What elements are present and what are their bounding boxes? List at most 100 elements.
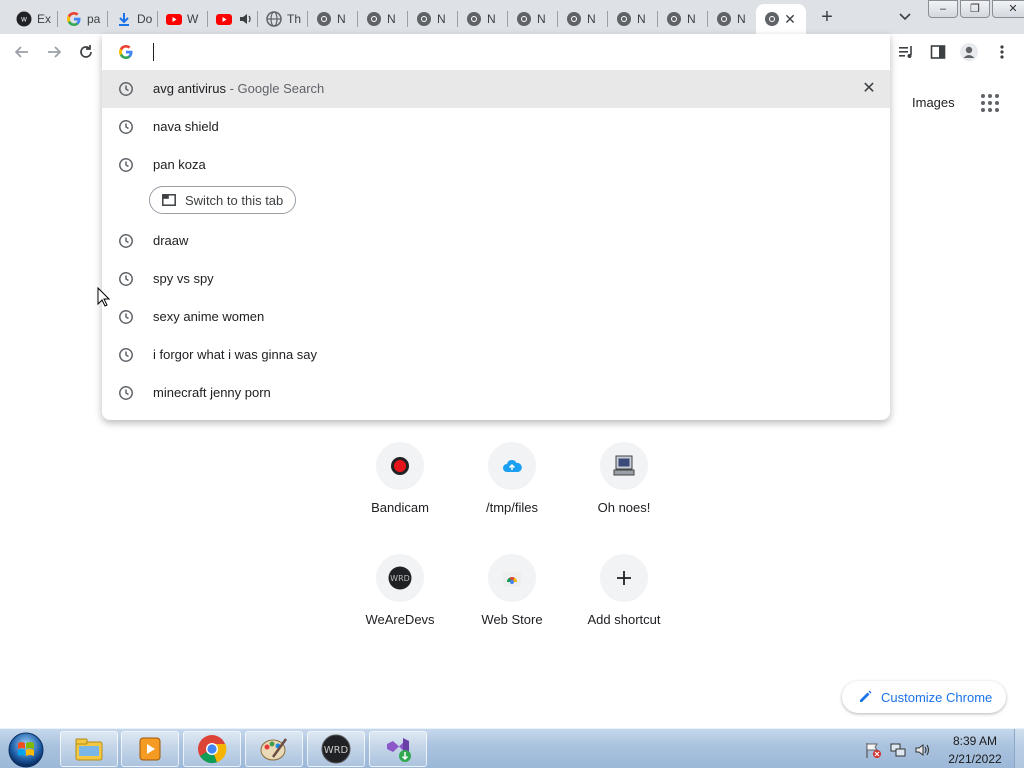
reload-button[interactable] bbox=[74, 40, 98, 64]
plus-icon bbox=[600, 554, 648, 602]
switch-tab-label: Switch to this tab bbox=[185, 192, 284, 208]
shortcut-tmp-files[interactable]: /tmp/files bbox=[456, 442, 568, 554]
tab-11[interactable]: N bbox=[508, 4, 558, 34]
taskbar: WRD 8:39 AM 2/21/2022 bbox=[0, 728, 1024, 768]
close-window-button[interactable]: ✕ bbox=[992, 0, 1024, 18]
svg-text:WRD: WRD bbox=[324, 745, 349, 756]
new-tab-button[interactable]: + bbox=[815, 6, 839, 30]
tab-8[interactable]: N bbox=[358, 4, 408, 34]
omnibox-dropdown: avg antivirus - Google Search ✕ nava shi… bbox=[102, 34, 890, 420]
tab-3[interactable]: Do bbox=[108, 4, 158, 34]
tab-10[interactable]: N bbox=[458, 4, 508, 34]
taskbar-paint[interactable] bbox=[245, 731, 303, 767]
youtube-icon bbox=[216, 11, 232, 27]
suggestion-text: avg antivirus - Google Search bbox=[153, 81, 324, 96]
network-icon[interactable] bbox=[889, 741, 907, 759]
history-clock-icon bbox=[119, 158, 133, 172]
tab-7[interactable]: N bbox=[308, 4, 358, 34]
taskbar-visual-studio[interactable] bbox=[369, 731, 427, 767]
suggestion-row[interactable]: nava shield bbox=[102, 108, 890, 146]
remove-suggestion-icon[interactable]: ✕ bbox=[860, 80, 878, 98]
switch-to-tab-button[interactable]: Switch to this tab bbox=[149, 186, 297, 214]
suggestion-row[interactable]: spy vs spy bbox=[102, 260, 890, 298]
show-desktop-button[interactable] bbox=[1014, 729, 1024, 768]
taskbar-media-player[interactable] bbox=[121, 731, 179, 767]
suggestion-row[interactable]: avg antivirus - Google Search ✕ bbox=[102, 70, 890, 108]
customize-label: Customize Chrome bbox=[881, 689, 993, 705]
action-center-flag-icon[interactable] bbox=[864, 741, 882, 759]
shortcut-label: Add shortcut bbox=[587, 612, 661, 627]
shortcut-web-store[interactable]: Web Store bbox=[456, 554, 568, 666]
side-panel-button[interactable] bbox=[927, 41, 949, 63]
clock-time[interactable]: 8:39 AM bbox=[940, 734, 1010, 748]
tab-6[interactable]: Th bbox=[258, 4, 308, 34]
menu-button[interactable] bbox=[991, 41, 1013, 63]
speaker-icon[interactable] bbox=[237, 11, 253, 27]
shortcut-label: Bandicam bbox=[371, 500, 429, 515]
chrome-icon bbox=[716, 11, 732, 27]
tab-12[interactable]: N bbox=[558, 4, 608, 34]
tab-title: N bbox=[687, 12, 696, 26]
suggestion-row[interactable]: sexy anime women bbox=[102, 298, 890, 336]
tab-1[interactable]: W Ex bbox=[8, 4, 58, 34]
globe-icon bbox=[266, 11, 282, 27]
tab-title: Do bbox=[137, 12, 153, 26]
minimize-button[interactable]: – bbox=[928, 0, 958, 18]
tab-search-button[interactable] bbox=[895, 8, 915, 26]
media-player-icon bbox=[139, 737, 161, 761]
shortcut-oh-noes[interactable]: Oh noes! bbox=[568, 442, 680, 554]
clock-date[interactable]: 2/21/2022 bbox=[940, 752, 1010, 766]
suggestion-text: nava shield bbox=[153, 119, 219, 134]
tab-13[interactable]: N bbox=[608, 4, 658, 34]
maximize-button[interactable]: ❐ bbox=[960, 0, 990, 18]
tab-16-active[interactable]: ✕ bbox=[756, 4, 806, 34]
history-clock-icon bbox=[119, 120, 133, 134]
back-button[interactable] bbox=[10, 40, 34, 64]
close-tab-icon[interactable]: ✕ bbox=[782, 11, 798, 27]
suggestion-text: spy vs spy bbox=[153, 271, 214, 286]
suggestion-text: minecraft jenny porn bbox=[153, 385, 271, 400]
tab-15[interactable]: N bbox=[708, 4, 758, 34]
profile-button[interactable] bbox=[958, 41, 980, 63]
tab-title: N bbox=[337, 12, 346, 26]
svg-text:WRD: WRD bbox=[390, 574, 410, 583]
shortcut-bandicam[interactable]: Bandicam bbox=[344, 442, 456, 554]
tab-title: Ex bbox=[37, 12, 52, 26]
system-tray bbox=[864, 739, 939, 761]
tab-14[interactable]: N bbox=[658, 4, 708, 34]
suggestion-row[interactable]: minecraft jenny porn bbox=[102, 374, 890, 412]
tab-2[interactable]: pa bbox=[58, 4, 108, 34]
shortcut-label: WeAreDevs bbox=[365, 612, 435, 627]
images-link[interactable]: Images bbox=[912, 95, 955, 110]
suggestion-row[interactable]: pan koza bbox=[102, 146, 890, 184]
taskbar-explorer[interactable] bbox=[60, 731, 118, 767]
shortcut-add[interactable]: Add shortcut bbox=[568, 554, 680, 666]
suggestion-query: avg antivirus bbox=[153, 81, 226, 96]
wearedevs-icon: WRD bbox=[321, 734, 351, 764]
suggestion-row[interactable]: draaw bbox=[102, 222, 890, 260]
kebab-menu-icon bbox=[1000, 45, 1004, 59]
bandicam-icon bbox=[376, 442, 424, 490]
media-controls-button[interactable] bbox=[895, 41, 917, 63]
forward-button[interactable] bbox=[42, 40, 66, 64]
apps-grid-icon[interactable] bbox=[980, 93, 1000, 113]
omnibox-input[interactable] bbox=[102, 34, 890, 70]
shortcut-label: Web Store bbox=[481, 612, 543, 627]
tab-9[interactable]: N bbox=[408, 4, 458, 34]
explorer-icon bbox=[75, 738, 103, 761]
taskbar-wearedevs[interactable]: WRD bbox=[307, 731, 365, 767]
chrome-icon bbox=[666, 11, 682, 27]
volume-icon[interactable] bbox=[914, 741, 932, 759]
shortcut-label: Oh noes! bbox=[597, 500, 651, 515]
chrome-icon bbox=[616, 11, 632, 27]
start-button[interactable] bbox=[6, 731, 46, 768]
tab-5[interactable] bbox=[208, 4, 258, 34]
text-caret bbox=[153, 43, 154, 61]
taskbar-chrome[interactable] bbox=[183, 731, 241, 767]
suggestion-row[interactable]: i forgor what i was ginna say bbox=[102, 336, 890, 374]
tab-4[interactable]: W bbox=[158, 4, 208, 34]
tab-title: W bbox=[187, 12, 199, 26]
shortcut-wearedevs[interactable]: WRD WeAreDevs bbox=[344, 554, 456, 666]
history-clock-icon bbox=[119, 386, 133, 400]
customize-chrome-button[interactable]: Customize Chrome bbox=[842, 681, 1007, 713]
